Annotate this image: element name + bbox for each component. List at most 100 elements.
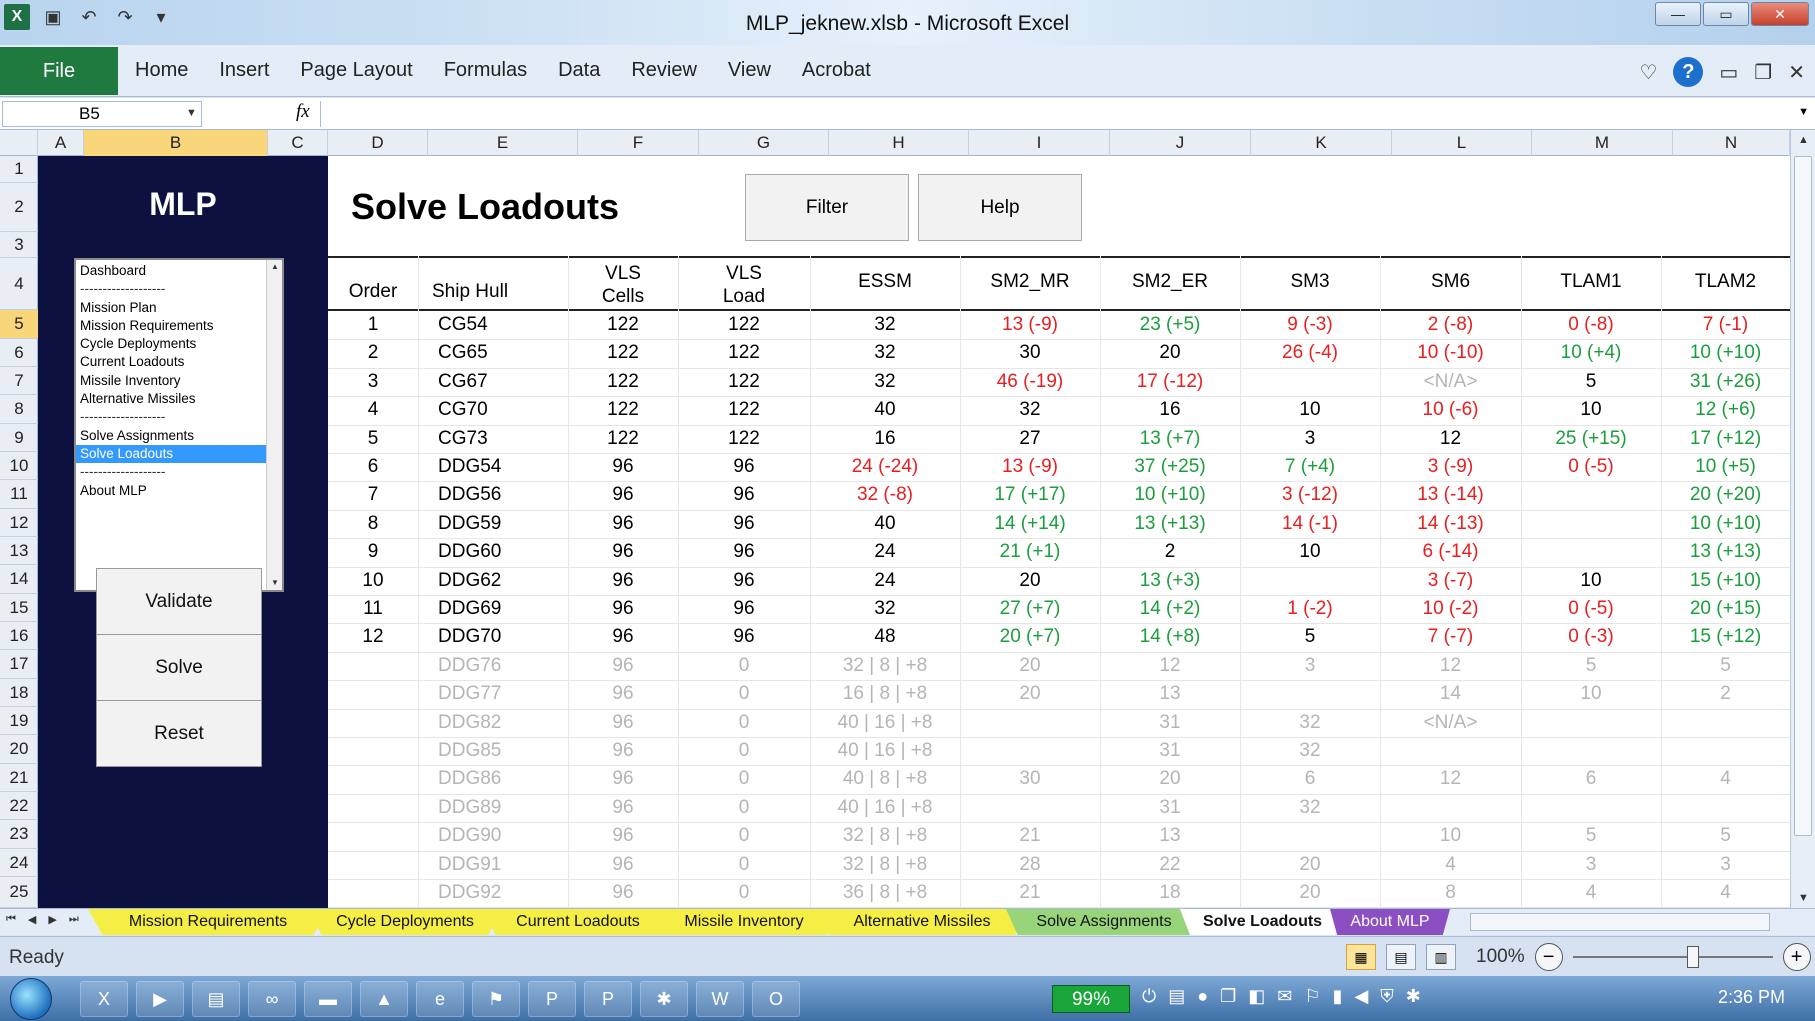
sheet-tab[interactable]: Alternative Missiles [816, 909, 1028, 935]
tray-office-icon[interactable]: ◧ [1248, 986, 1265, 1007]
table-cell[interactable]: 40 [810, 396, 960, 424]
table-cell[interactable]: 14 (+8) [1100, 623, 1240, 651]
shield-icon[interactable]: ⛨ [1380, 986, 1394, 1007]
table-cell[interactable] [1521, 510, 1661, 538]
table-cell[interactable]: 17 (-12) [1100, 368, 1240, 396]
row-header[interactable]: 10 [0, 452, 38, 480]
table-cell[interactable]: 5 [328, 425, 418, 453]
table-cell[interactable] [960, 709, 1100, 737]
table-cell[interactable]: 10 (-10) [1380, 339, 1521, 367]
table-cell[interactable] [1661, 737, 1790, 765]
table-cell[interactable]: 32 [1240, 709, 1380, 737]
table-cell[interactable]: 0 [678, 794, 810, 822]
table-cell[interactable]: 20 (+20) [1661, 481, 1790, 509]
expand-formula-bar-icon[interactable]: ▼ [1798, 106, 1809, 118]
row-header[interactable]: 5 [0, 310, 38, 339]
normal-view-icon[interactable]: ▦ [1346, 944, 1376, 970]
table-cell[interactable]: 96 [568, 481, 678, 509]
column-header[interactable]: I [969, 130, 1110, 156]
tray-window-icon[interactable]: ❐ [1220, 986, 1236, 1007]
table-cell[interactable]: 96 [568, 567, 678, 595]
table-cell[interactable]: 18 [1100, 879, 1240, 907]
table-cell[interactable]: 10 (+4) [1521, 339, 1661, 367]
table-cell[interactable]: 122 [678, 339, 810, 367]
row-header[interactable]: 8 [0, 395, 38, 424]
table-cell[interactable]: 28 [960, 851, 1100, 879]
table-cell[interactable]: 13 (+7) [1100, 425, 1240, 453]
power-icon[interactable]: ⏻ [1142, 986, 1156, 1007]
table-cell[interactable]: <N/A> [1380, 709, 1521, 737]
filter-button[interactable]: Filter [745, 174, 909, 241]
table-cell[interactable]: 5 [1661, 822, 1790, 850]
row-header[interactable]: 12 [0, 509, 38, 537]
matlab-taskbar-icon[interactable]: ▲ [360, 981, 408, 1017]
table-cell[interactable]: 3 (-9) [1380, 453, 1521, 481]
table-cell[interactable] [960, 737, 1100, 765]
scroll-up-icon[interactable]: ▲ [1791, 134, 1815, 146]
table-cell[interactable]: 30 [960, 765, 1100, 793]
ribbon-tab[interactable]: Acrobat [802, 59, 871, 82]
table-cell[interactable]: 3 [1661, 851, 1790, 879]
table-cell[interactable]: 96 [568, 765, 678, 793]
table-cell[interactable]: 10 [1240, 396, 1380, 424]
table-cell[interactable]: 3 [1521, 851, 1661, 879]
table-cell[interactable]: 0 [678, 851, 810, 879]
table-cell[interactable]: 0 (-5) [1521, 595, 1661, 623]
table-cell[interactable]: 24 [810, 538, 960, 566]
formula-input[interactable] [320, 101, 1794, 127]
row-header[interactable]: 7 [0, 367, 38, 395]
table-cell[interactable]: 3 (-7) [1380, 567, 1521, 595]
table-cell[interactable]: 20 [960, 680, 1100, 708]
column-header[interactable]: F [578, 130, 699, 156]
sheet-tab[interactable]: Solve Assignments [1006, 909, 1202, 935]
table-cell[interactable]: 122 [678, 368, 810, 396]
table-cell[interactable]: 31 [1100, 737, 1240, 765]
table-cell[interactable]: 7 (-7) [1380, 623, 1521, 651]
column-header[interactable]: H [829, 130, 969, 156]
sheet-tab[interactable]: About MLP [1330, 909, 1450, 935]
help-icon[interactable]: ? [1673, 57, 1704, 87]
table-cell[interactable]: 14 [1380, 680, 1521, 708]
table-cell[interactable]: 10 (+10) [1100, 481, 1240, 509]
table-cell[interactable]: 20 [1240, 851, 1380, 879]
app-taskbar-icon[interactable]: ∞ [248, 981, 296, 1017]
table-cell[interactable]: 96 [678, 567, 810, 595]
table-cell[interactable]: 16 [1100, 396, 1240, 424]
table-cell[interactable]: 122 [568, 339, 678, 367]
row-header[interactable]: 4 [0, 258, 38, 310]
table-cell[interactable]: 0 (-3) [1521, 623, 1661, 651]
table-cell[interactable] [328, 709, 418, 737]
next-sheet-icon[interactable]: ▶ [48, 913, 56, 926]
table-cell[interactable]: 7 (+4) [1240, 453, 1380, 481]
table-cell[interactable]: DDG62 [418, 567, 568, 595]
table-cell[interactable]: 14 (+2) [1100, 595, 1240, 623]
table-cell[interactable]: 23 (+5) [1100, 311, 1240, 339]
project-taskbar-icon[interactable]: P [528, 981, 576, 1017]
scroll-down-icon[interactable]: ▼ [1791, 892, 1815, 904]
table-cell[interactable]: 5 [1521, 368, 1661, 396]
table-cell[interactable] [1661, 709, 1790, 737]
row-header[interactable]: 16 [0, 622, 38, 650]
table-cell[interactable]: DDG56 [418, 481, 568, 509]
column-header[interactable]: D [328, 130, 428, 156]
table-cell[interactable]: 12 [1380, 765, 1521, 793]
table-cell[interactable]: 21 [960, 879, 1100, 907]
table-cell[interactable]: CG67 [418, 368, 568, 396]
table-cell[interactable]: 32 [810, 339, 960, 367]
nav-item[interactable]: Missile Inventory [76, 372, 266, 390]
table-cell[interactable]: 32 [810, 311, 960, 339]
table-cell[interactable]: DDG89 [418, 794, 568, 822]
table-cell[interactable]: 0 (-5) [1521, 453, 1661, 481]
ribbon-tab[interactable]: Page Layout [300, 59, 412, 82]
table-cell[interactable]: 10 (-6) [1380, 396, 1521, 424]
table-cell[interactable]: 32 (-8) [810, 481, 960, 509]
table-cell[interactable]: 15 (+10) [1661, 567, 1790, 595]
table-cell[interactable]: 4 [1661, 879, 1790, 907]
table-cell[interactable] [960, 794, 1100, 822]
bluetooth-icon[interactable]: ✱ [1406, 986, 1421, 1007]
nav-item[interactable]: Mission Plan [76, 299, 266, 317]
table-cell[interactable]: DDG77 [418, 680, 568, 708]
table-cell[interactable]: 13 (+13) [1661, 538, 1790, 566]
table-cell[interactable] [1661, 794, 1790, 822]
table-cell[interactable]: 27 [960, 425, 1100, 453]
